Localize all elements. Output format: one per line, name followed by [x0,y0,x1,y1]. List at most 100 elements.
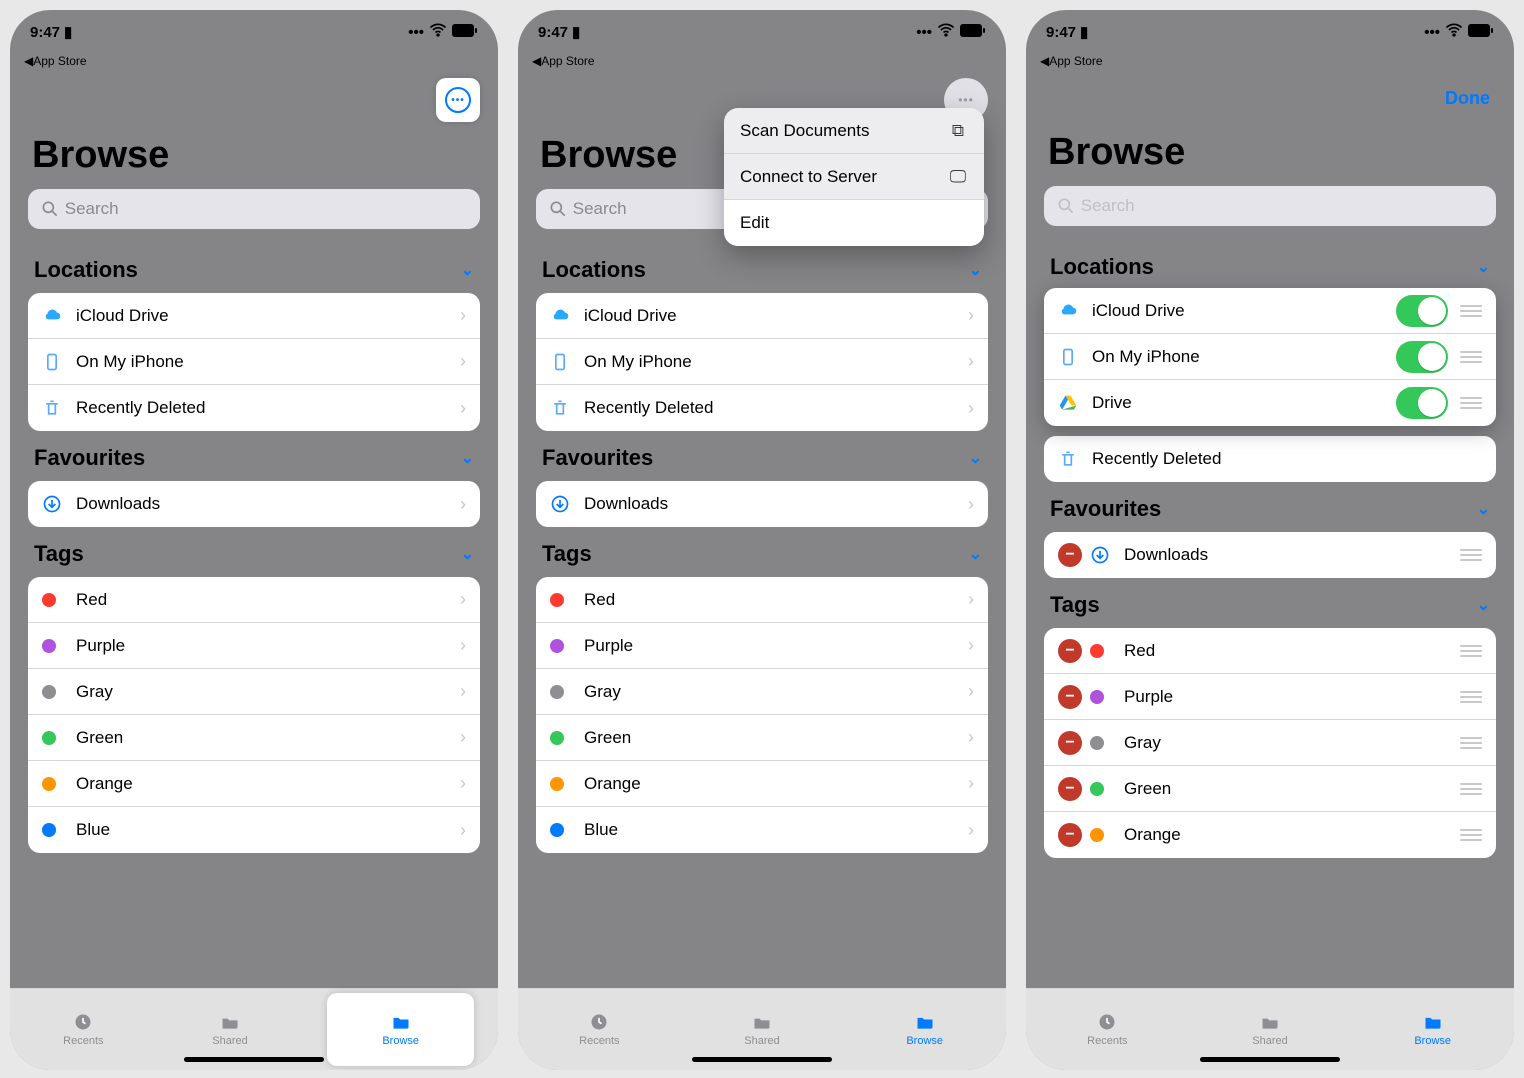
tab-browse[interactable]: Browse [327,993,474,1066]
tab-recents[interactable]: Recents [1026,989,1189,1070]
download-icon [550,494,584,514]
folder-icon [391,1012,411,1032]
menu-connect-server[interactable]: Connect to Server 🖵 [724,154,984,200]
favourite-downloads[interactable]: Downloads› [536,481,988,527]
back-to-app[interactable]: ◀ App Store [518,54,1006,72]
drag-handle[interactable] [1460,737,1482,749]
back-to-app[interactable]: ◀ App Store [10,54,498,72]
page-title: Browse [10,122,498,185]
favourites-header[interactable]: Favourites ⌄ [28,431,480,481]
more-button[interactable]: ••• [436,78,480,122]
location-icloud[interactable]: iCloud Drive › [28,293,480,339]
drag-handle[interactable] [1460,305,1482,317]
locations-header[interactable]: Locations⌄ [1044,240,1496,290]
search-icon [1056,196,1076,216]
chevron-down-icon: ⌄ [461,544,474,564]
icloud-icon [1058,301,1092,321]
tag-red[interactable]: Red› [536,577,988,623]
location-on-my-iphone[interactable]: On My iPhone› [536,339,988,385]
tag-dot-blue [42,823,56,837]
status-time: 9:47 [30,24,60,41]
chevron-right-icon: › [460,351,466,372]
menu-scan-documents[interactable]: Scan Documents ⧉ [724,108,984,154]
drag-handle[interactable] [1460,783,1482,795]
home-indicator [692,1057,832,1062]
location-recently-deleted[interactable]: Recently Deleted [1044,436,1496,482]
favourite-downloads[interactable]: Downloads › [28,481,480,527]
clock-icon [73,1012,93,1032]
google-drive-icon [1058,393,1092,413]
tag-orange[interactable]: Orange› [536,761,988,807]
status-time: 9:47 [1046,24,1076,41]
iphone-icon [42,352,76,372]
tag-gray[interactable]: Gray› [536,669,988,715]
tag-red[interactable]: Red› [28,577,480,623]
location-recently-deleted[interactable]: Recently Deleted › [28,385,480,431]
status-right-icons: ••• [408,20,478,44]
tab-browse[interactable]: Browse [1351,989,1514,1070]
chevron-down-icon: ⌄ [461,260,474,280]
locations-header[interactable]: Locations ⌄ [28,243,480,293]
tab-recents[interactable]: Recents [10,989,157,1070]
search-input[interactable]: Search [28,189,480,229]
download-icon [1090,545,1124,565]
cellular-icon: ••• [916,24,932,41]
tags-header[interactable]: Tags⌄ [1044,578,1496,628]
remove-button[interactable]: − [1058,731,1082,755]
tags-header[interactable]: Tags⌄ [536,527,988,577]
tag-purple[interactable]: Purple› [536,623,988,669]
context-menu: Scan Documents ⧉ Connect to Server 🖵 Edi… [724,108,984,246]
chevron-down-icon: ⌄ [461,448,474,468]
remove-button[interactable]: − [1058,823,1082,847]
remove-button[interactable]: − [1058,777,1082,801]
tag-dot-green [42,731,56,745]
tag-gray[interactable]: Gray› [28,669,480,715]
tag-blue[interactable]: Blue› [536,807,988,853]
toggle-on-my-iphone[interactable] [1396,341,1448,373]
remove-button[interactable]: − [1058,543,1082,567]
cellular-icon: ••• [408,24,424,41]
search-icon [548,199,568,219]
tags-header[interactable]: Tags ⌄ [28,527,480,577]
back-to-app[interactable]: ◀ App Store [1026,54,1514,72]
edit-tag-red: −Red [1044,628,1496,674]
remove-button[interactable]: − [1058,685,1082,709]
iphone-icon [1058,347,1092,367]
tag-orange[interactable]: Orange› [28,761,480,807]
chevron-right-icon: › [460,398,466,419]
location-recently-deleted[interactable]: Recently Deleted› [536,385,988,431]
location-on-my-iphone[interactable]: On My iPhone › [28,339,480,385]
tag-purple[interactable]: Purple› [28,623,480,669]
favourites-header[interactable]: Favourites⌄ [536,431,988,481]
status-bar: 9:47 ▮ ••• [10,10,498,54]
locations-header[interactable]: Locations⌄ [536,243,988,293]
done-button[interactable]: Done [1439,78,1496,119]
menu-edit[interactable]: Edit [724,200,984,246]
search-icon [40,199,60,219]
drag-handle[interactable] [1460,549,1482,561]
tab-browse[interactable]: Browse [843,989,1006,1070]
remove-button[interactable]: − [1058,639,1082,663]
shared-folder-icon [220,1012,240,1032]
page-title: Browse [1026,119,1514,182]
tab-recents[interactable]: Recents [518,989,681,1070]
chevron-right-icon: › [460,494,466,515]
drag-handle[interactable] [1460,645,1482,657]
wifi-icon [936,20,956,44]
tag-green[interactable]: Green› [28,715,480,761]
edit-tag-purple: −Purple [1044,674,1496,720]
drag-handle[interactable] [1460,829,1482,841]
toggle-drive[interactable] [1396,387,1448,419]
drag-handle[interactable] [1460,351,1482,363]
more-icon: ••• [445,87,471,113]
search-input[interactable]: Search [1044,186,1496,226]
drag-handle[interactable] [1460,691,1482,703]
iphone-icon [550,352,584,372]
toggle-icloud[interactable] [1396,295,1448,327]
tag-blue[interactable]: Blue› [28,807,480,853]
favourites-header[interactable]: Favourites⌄ [1044,482,1496,532]
location-icloud[interactable]: iCloud Drive› [536,293,988,339]
edit-location-drive: Drive [1044,380,1496,426]
drag-handle[interactable] [1460,397,1482,409]
tag-green[interactable]: Green› [536,715,988,761]
